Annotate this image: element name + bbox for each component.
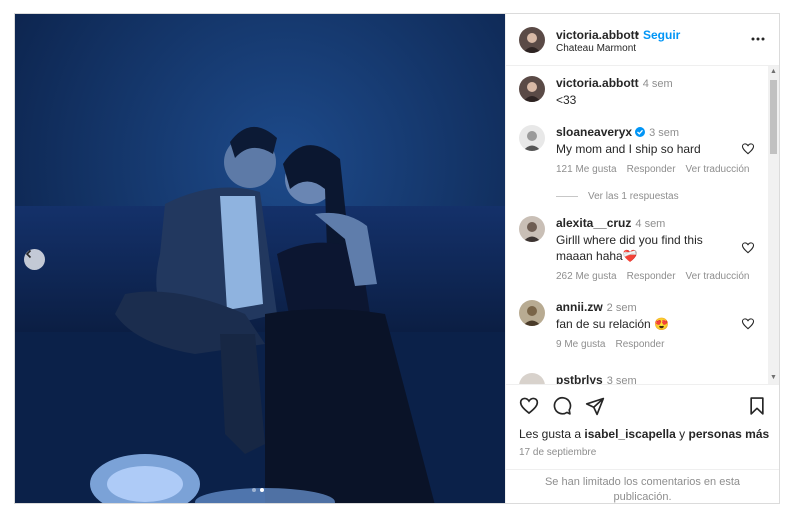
- comment-username-line: annii.zw 2 sem: [556, 300, 637, 314]
- more-horizontal-icon[interactable]: [750, 31, 766, 47]
- comment-time[interactable]: 4 sem: [635, 218, 665, 230]
- bookmark-icon[interactable]: [747, 396, 767, 416]
- comments-list[interactable]: victoria.abbott 4 sem <33 sloaneaveryx 3 s…: [506, 66, 779, 384]
- likes-user[interactable]: isabel_iscapella: [584, 427, 675, 441]
- carousel-dot: [252, 488, 256, 492]
- post-header: victoria.abbott • Seguir Chateau Marmont: [506, 14, 779, 66]
- verified-badge-icon: [635, 127, 646, 137]
- comment-username[interactable]: annii.zw: [556, 300, 603, 314]
- likes-others[interactable]: personas más: [688, 427, 769, 441]
- heart-icon[interactable]: [519, 396, 539, 416]
- caption-username-line: victoria.abbott 4 sem: [556, 76, 673, 90]
- view-replies-label: Ver las 1 respuestas: [588, 191, 679, 202]
- caption-username[interactable]: victoria.abbott: [556, 76, 639, 90]
- comment-avatar[interactable]: [519, 300, 545, 326]
- caption-time[interactable]: 4 sem: [643, 78, 673, 90]
- comment-like-heart-icon[interactable]: [741, 241, 755, 255]
- comment-like-heart-icon[interactable]: [741, 317, 755, 331]
- chevron-left-icon: [25, 249, 32, 259]
- follow-button[interactable]: Seguir: [643, 28, 680, 42]
- comment-meta: 121 Me gusta Responder Ver traducción: [556, 164, 759, 175]
- likes-prefix: Les gusta a: [519, 427, 582, 441]
- comment-text: Girlll where did you find this maaan hah…: [556, 232, 736, 264]
- comment-time[interactable]: 3 sem: [649, 127, 679, 139]
- carousel-prev-button[interactable]: [24, 249, 45, 270]
- post-panel: victoria.abbott • Seguir Chateau Marmont: [505, 14, 779, 503]
- caption-text: <33: [556, 93, 577, 107]
- author-avatar[interactable]: [519, 27, 545, 53]
- comment-text-body: fan de su relación: [556, 317, 651, 331]
- comment-avatar[interactable]: [519, 373, 545, 384]
- comment-likes[interactable]: 121 Me gusta: [556, 164, 617, 175]
- caption-avatar[interactable]: [519, 76, 545, 102]
- comment-meta: 9 Me gusta Responder: [556, 339, 674, 350]
- author-username[interactable]: victoria.abbott: [556, 28, 639, 42]
- likes-middle: y: [679, 427, 686, 441]
- share-icon[interactable]: [585, 396, 605, 416]
- comment-username-line: alexita__cruz 4 sem: [556, 216, 665, 230]
- comments-limited-notice: Se han limitado los comentarios en esta …: [506, 469, 779, 503]
- carousel-dots: [252, 488, 264, 492]
- comment-likes[interactable]: 9 Me gusta: [556, 339, 605, 350]
- comments-scrollbar[interactable]: ▲ ▼: [768, 66, 779, 384]
- comment-username[interactable]: sloaneaveryx: [556, 125, 632, 139]
- reply-button[interactable]: Responder: [627, 271, 676, 282]
- comment-meta: 262 Me gusta Responder Ver traducción: [556, 271, 759, 282]
- carousel-dot-active: [260, 488, 264, 492]
- translate-button[interactable]: Ver traducción: [686, 271, 750, 282]
- comment-emoji: 😍: [654, 317, 670, 331]
- reply-button[interactable]: Responder: [615, 339, 664, 350]
- likes-summary: Les gusta a isabel_iscapella y personas …: [519, 427, 769, 441]
- photo-image: [15, 14, 505, 503]
- view-replies-button[interactable]: Ver las 1 respuestas: [556, 191, 679, 202]
- post-dialog: victoria.abbott • Seguir Chateau Marmont: [14, 13, 780, 504]
- comment-text: fan de su relación 😍: [556, 316, 736, 332]
- scroll-up-arrow-icon[interactable]: ▲: [770, 68, 777, 76]
- comment-time[interactable]: 3 sem: [607, 375, 637, 384]
- comments-limited-text: Se han limitado los comentarios en esta …: [544, 476, 741, 503]
- post-location[interactable]: Chateau Marmont: [556, 43, 636, 54]
- reply-button[interactable]: Responder: [627, 164, 676, 175]
- comment-likes[interactable]: 262 Me gusta: [556, 271, 617, 282]
- comment-username[interactable]: alexita__cruz: [556, 216, 631, 230]
- comment-icon[interactable]: [552, 396, 572, 416]
- scroll-down-arrow-icon[interactable]: ▼: [770, 374, 777, 382]
- comment-username-line: sloaneaveryx 3 sem: [556, 125, 679, 139]
- header-separator: •: [635, 27, 640, 41]
- comment-like-heart-icon[interactable]: [741, 142, 755, 156]
- post-actions: Les gusta a isabel_iscapella y personas …: [506, 384, 779, 503]
- post-photo: [15, 14, 505, 503]
- scrollbar-thumb[interactable]: [770, 80, 777, 154]
- comment-avatar[interactable]: [519, 216, 545, 242]
- comment-avatar[interactable]: [519, 125, 545, 151]
- comment-text: My mom and I ship so hard: [556, 142, 701, 156]
- comment-emoji: ❤️‍🩹: [622, 249, 638, 263]
- post-date[interactable]: 17 de septiembre: [519, 447, 596, 458]
- comment-time[interactable]: 2 sem: [607, 302, 637, 314]
- comment-username[interactable]: pstbrlys: [556, 373, 603, 384]
- translate-button[interactable]: Ver traducción: [686, 164, 750, 175]
- comment-username-line: pstbrlys 3 sem: [556, 373, 637, 384]
